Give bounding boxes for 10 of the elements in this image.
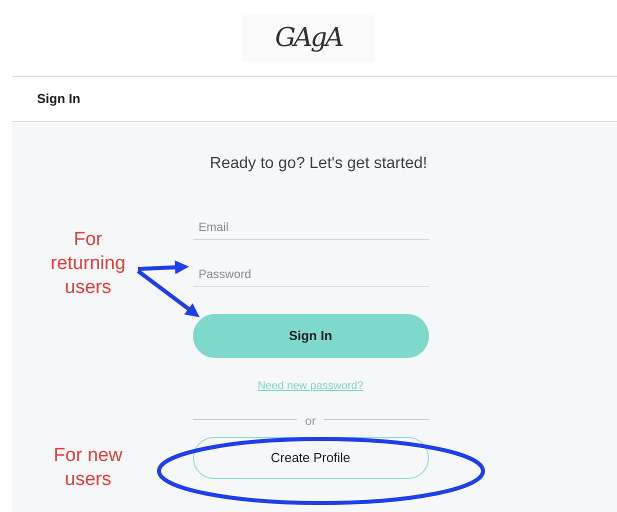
logo: GAgA: [243, 14, 374, 62]
annotation-text: For returning users: [50, 228, 126, 300]
annotation-text: For new users: [52, 444, 124, 492]
input-field[interactable]: Email: [192, 214, 428, 240]
sign-in-button[interactable]: Sign In: [192, 314, 428, 358]
form-heading: Ready to go? Let's get started!: [210, 154, 428, 174]
input-field[interactable]: Password: [192, 261, 428, 287]
page-title: Sign In: [37, 90, 80, 108]
create-profile-button[interactable]: Create Profile: [192, 436, 428, 478]
separator-text: or: [305, 414, 316, 426]
